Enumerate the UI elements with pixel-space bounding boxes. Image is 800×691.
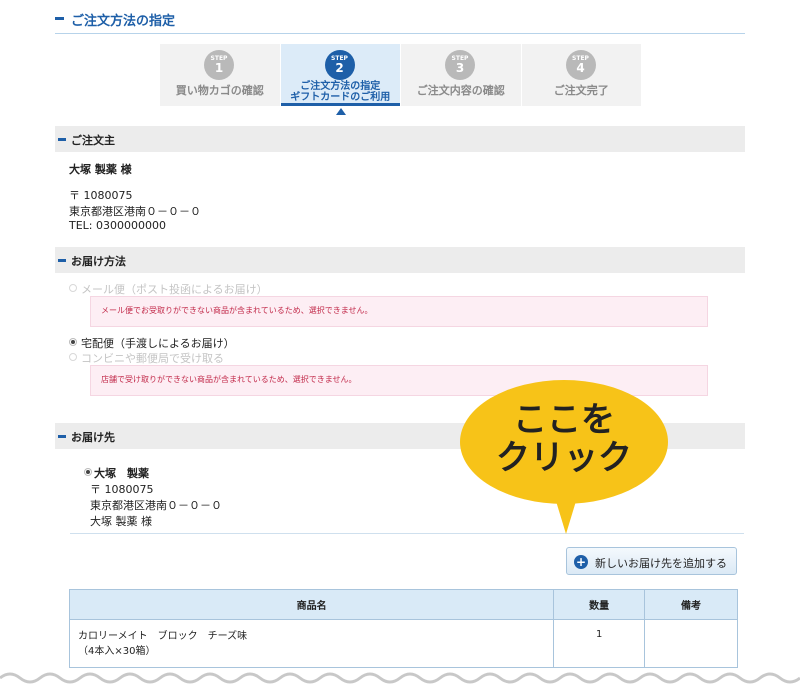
order-items-table: 商品名 数量 備考 カロリーメイト ブロック チーズ味 （4本入×30箱） 1 [68,589,738,668]
step-1: STEP 1 買い物カゴの確認 [160,44,280,106]
step-3: STEP 3 ご注文内容の確認 [401,44,521,106]
callout-bubble: ここを クリック [460,380,668,504]
step-1-badge: STEP 1 [204,50,234,80]
orderer-postal: 〒 1080075 [69,189,133,202]
step-1-label: 買い物カゴの確認 [175,84,264,97]
torn-edge-decoration [0,668,800,691]
step-2-label: ご注文方法の指定 ギフトカードのご利用 [281,81,401,103]
step-4-number: 4 [576,61,585,75]
callout-line1: ここを [513,400,615,440]
column-header-product: 商品名 [68,589,555,620]
table-row: カロリーメイト ブロック チーズ味 （4本入×30箱） 1 [68,619,738,668]
step-2: STEP 2 ご注文方法の指定 ギフトカードのご利用 [280,44,401,106]
notice-mail-unavailable: メール便でお受取りができない商品が含まれているため、選択できません。 [90,296,708,327]
section-orderer-title: ご注文主 [71,134,115,147]
callout-line2: クリック [496,438,632,478]
page-title: ご注文方法の指定 [55,8,745,34]
cell-product-name: カロリーメイト ブロック チーズ味 （4本入×30箱） [68,619,555,668]
column-header-quantity: 数量 [553,589,646,620]
orderer-tel: TEL: 0300000000 [69,219,166,232]
page-title-text: ご注文方法の指定 [71,14,176,29]
section-delivery-method-header: お届け方法 [55,247,745,273]
orderer-address: 東京都港区港南０－０－０ [69,205,201,218]
step-4-label: ご注文完了 [553,84,609,97]
step-indicator: STEP 1 買い物カゴの確認 STEP 2 ご注文方法の指定 ギフトカードのご… [160,44,642,106]
product-name-line1: カロリーメイト ブロック チーズ味 [78,631,248,642]
section-divider [70,533,744,534]
option-mail-delivery-label: メール便（ポスト投函によるお届け） [81,283,268,296]
add-new-destination-label: 新しいお届け先を追加する [595,557,727,570]
section-orderer-header: ご注文主 [55,126,745,152]
section-accent-bar [58,138,66,141]
step-3-number: 3 [455,61,465,75]
destination-recipient: 大塚 製薬 様 [90,515,152,528]
destination-postal: 〒 1080075 [90,483,154,496]
section-destination-title: お届け先 [71,431,115,444]
option-home-delivery-label: 宅配便（手渡しによるお届け） [81,337,235,350]
section-accent-bar [58,435,66,438]
step-2-badge: STEP 2 [324,50,355,80]
radio-home-delivery[interactable] [69,338,77,346]
step-3-label: ご注文内容の確認 [416,84,505,97]
step-4: STEP 4 ご注文完了 [521,44,641,106]
notice-mail-text: メール便でお受取りができない商品が含まれているため、選択できません。 [101,306,373,315]
step-2-label-line1: ご注文方法の指定 [300,81,381,92]
section-accent-bar [58,259,66,262]
cell-remarks [644,619,738,668]
option-store-pickup-label: コンビニや郵便局で受け取る [81,352,224,365]
step-2-label-line2: ギフトカードのご利用 [290,92,391,103]
column-header-remarks: 備考 [644,589,738,620]
current-step-pointer-icon [336,108,346,115]
product-name-line2: （4本入×30箱） [78,646,156,657]
radio-store-pickup[interactable] [69,353,77,361]
section-delivery-method-title: お届け方法 [71,255,126,268]
add-new-destination-button[interactable]: + 新しいお届け先を追加する [566,547,737,575]
destination-name: 大塚 製薬 [94,467,149,480]
step-4-badge: STEP 4 [565,50,596,80]
radio-mail-delivery[interactable] [69,284,77,292]
title-accent-bar [55,17,64,20]
step-2-number: 2 [335,61,344,75]
plus-circle-icon: + [574,555,588,569]
notice-store-text: 店舗で受け取りができない商品が含まれているため、選択できません。 [101,375,357,384]
step-1-number: 1 [214,61,224,75]
cell-quantity: 1 [553,619,646,668]
step-3-badge: STEP 3 [445,50,475,80]
radio-destination-1[interactable] [84,468,92,476]
orderer-name: 大塚 製薬 様 [69,163,132,176]
destination-address: 東京都港区港南０－０－０ [90,499,222,512]
